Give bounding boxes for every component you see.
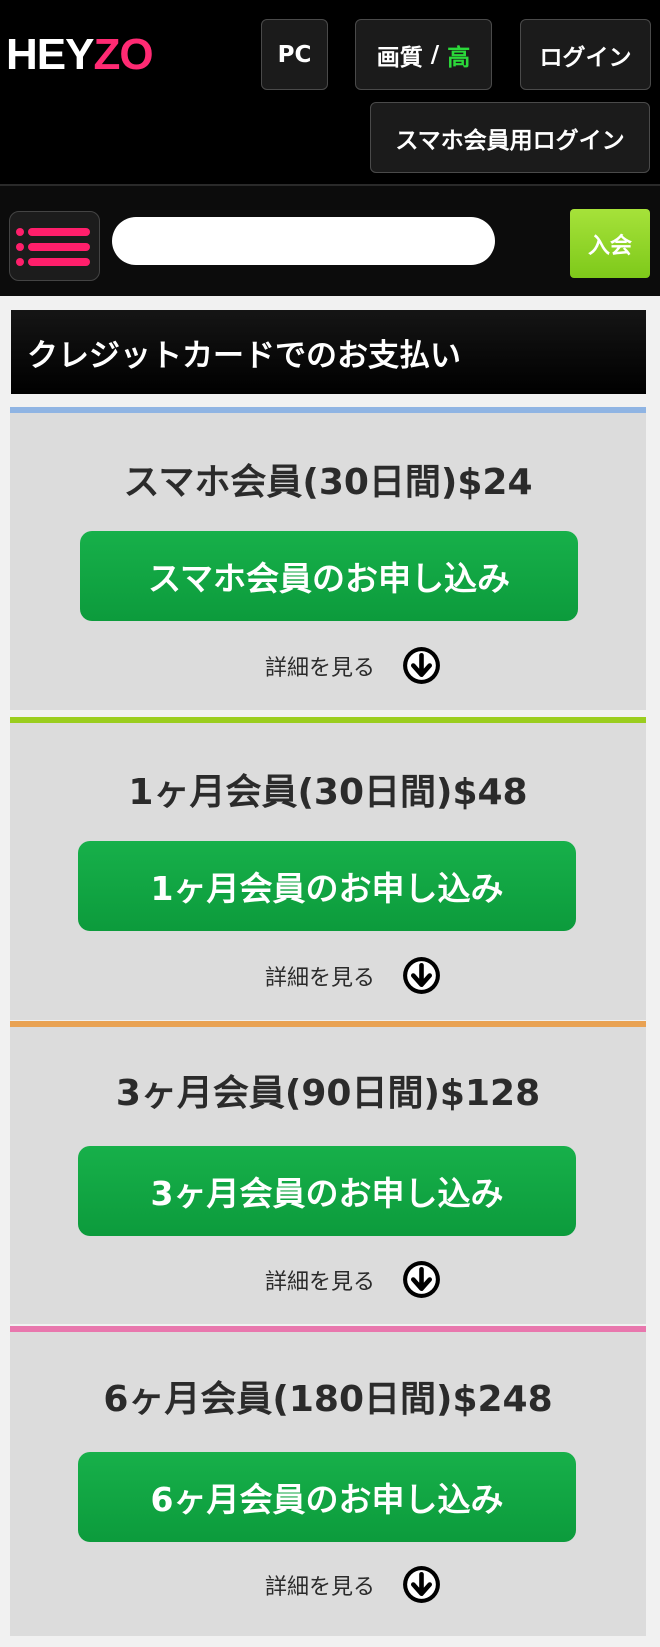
login-button[interactable]: ログイン xyxy=(520,19,651,90)
apply-1-month-button[interactable]: 1ヶ月会員のお申し込み xyxy=(78,841,576,931)
details-toggle[interactable]: 詳細を見る xyxy=(265,1259,442,1300)
quality-label: 画質 xyxy=(376,44,423,71)
plan-accent-bar xyxy=(10,717,646,723)
plan-title: 3ヶ月会員(90日間)$128 xyxy=(115,1073,541,1114)
apply-3-month-button[interactable]: 3ヶ月会員のお申し込み xyxy=(78,1146,576,1236)
site-header: HEYZO PC 画質 / 高 ログイン スマホ会員用ログイン xyxy=(0,0,660,184)
join-button[interactable]: 入会 xyxy=(570,209,650,278)
pc-site-button[interactable]: PC xyxy=(261,19,328,90)
plan-accent-bar xyxy=(10,1326,646,1332)
site-logo[interactable]: HEYZO xyxy=(6,30,154,80)
arrow-down-circle-icon xyxy=(403,1261,440,1298)
details-label: 詳細を見る xyxy=(265,1574,376,1600)
plan-title: 1ヶ月会員(30日間)$48 xyxy=(128,772,528,813)
smartphone-member-login-button[interactable]: スマホ会員用ログイン xyxy=(370,102,650,173)
section-title-text: クレジットカードでのお支払い xyxy=(27,337,461,374)
plan-accent-bar xyxy=(10,1021,646,1027)
details-label: 詳細を見る xyxy=(265,965,376,991)
arrow-down-circle-icon xyxy=(403,957,440,994)
hamburger-menu-icon xyxy=(16,228,90,266)
menu-button[interactable] xyxy=(9,211,100,281)
apply-button-label: 1ヶ月会員のお申し込み xyxy=(150,869,504,908)
apply-button-label: 6ヶ月会員のお申し込み xyxy=(150,1480,504,1519)
plan-title: 6ヶ月会員(180日間)$248 xyxy=(103,1379,553,1420)
apply-smartphone-button[interactable]: スマホ会員のお申し込み xyxy=(80,531,578,621)
plan-card-1-month: 1ヶ月会員(30日間)$48 1ヶ月会員のお申し込み 詳細を見る xyxy=(10,717,646,1020)
join-label: 入会 xyxy=(587,233,632,259)
plan-card-6-month: 6ヶ月会員(180日間)$248 6ヶ月会員のお申し込み 詳細を見る xyxy=(10,1326,646,1636)
plan-title: スマホ会員(30日間)$24 xyxy=(123,462,533,503)
arrow-down-circle-icon xyxy=(403,1566,440,1603)
smartphone-login-label: スマホ会員用ログイン xyxy=(395,127,625,154)
details-label: 詳細を見る xyxy=(265,655,376,681)
quality-value: 高 xyxy=(447,44,471,71)
arrow-down-circle-icon xyxy=(403,647,440,684)
login-label: ログイン xyxy=(539,44,632,71)
search-input[interactable] xyxy=(112,217,495,265)
quality-toggle-button[interactable]: 画質 / 高 xyxy=(355,19,492,90)
pc-site-label: PC xyxy=(277,41,312,68)
search-bar: 入会 xyxy=(0,184,660,296)
details-toggle[interactable]: 詳細を見る xyxy=(265,955,442,996)
section-title: クレジットカードでのお支払い xyxy=(11,310,646,394)
plan-accent-bar xyxy=(10,407,646,413)
plan-card-smartphone: スマホ会員(30日間)$24 スマホ会員のお申し込み 詳細を見る xyxy=(10,407,646,710)
plan-card-3-month: 3ヶ月会員(90日間)$128 3ヶ月会員のお申し込み 詳細を見る xyxy=(10,1021,646,1324)
apply-button-label: 3ヶ月会員のお申し込み xyxy=(150,1174,504,1213)
details-toggle[interactable]: 詳細を見る xyxy=(265,645,442,686)
details-label: 詳細を見る xyxy=(265,1269,376,1295)
apply-6-month-button[interactable]: 6ヶ月会員のお申し込み xyxy=(78,1452,576,1542)
apply-button-label: スマホ会員のお申し込み xyxy=(147,559,510,598)
quality-separator: / xyxy=(430,41,440,68)
details-toggle[interactable]: 詳細を見る xyxy=(265,1564,442,1605)
